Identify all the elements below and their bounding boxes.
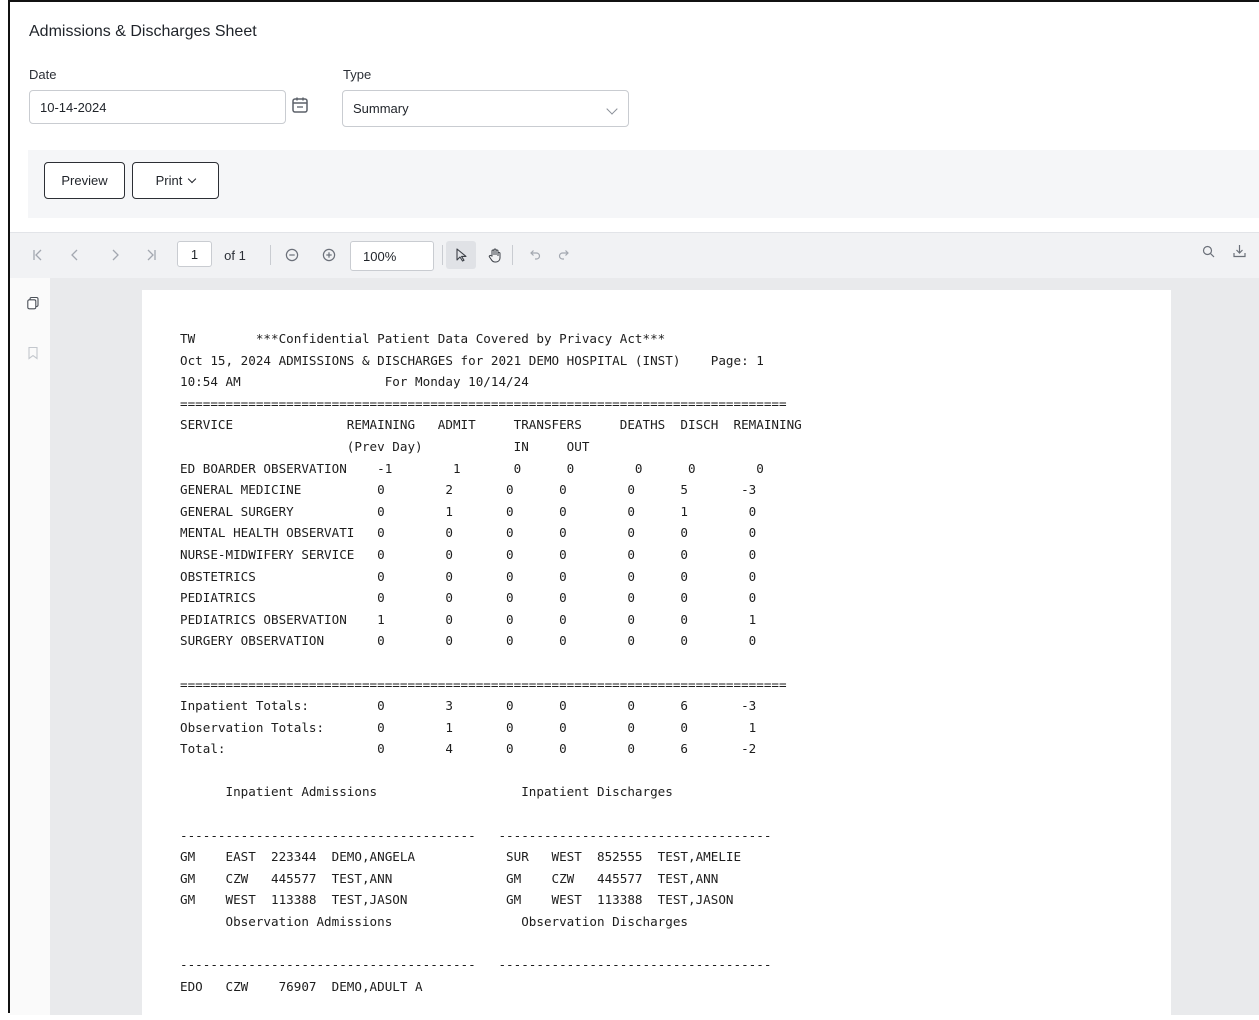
report-line xyxy=(180,760,802,782)
action-bar: Preview Print xyxy=(28,150,1259,218)
print-label: Print xyxy=(155,173,183,188)
document-viewer[interactable]: TW ***Confidential Patient Data Covered … xyxy=(50,278,1259,1020)
page-title: Admissions & Discharges Sheet xyxy=(29,23,257,40)
first-page-icon[interactable] xyxy=(30,243,46,267)
report-line: Oct 15, 2024 ADMISSIONS & DISCHARGES for… xyxy=(180,352,764,368)
type-label: Type xyxy=(343,67,372,82)
viewer-sidebar xyxy=(10,278,50,1015)
zoom-out-icon[interactable] xyxy=(283,243,301,267)
hand-icon[interactable] xyxy=(485,243,505,267)
report-line: OBSTETRICS 0 0 0 0 0 0 0 xyxy=(180,568,757,584)
undo-icon[interactable] xyxy=(525,243,543,267)
toolbar-divider xyxy=(512,245,513,265)
report-line: --------------------------------------- … xyxy=(180,957,772,973)
report-line: TW ***Confidential Patient Data Covered … xyxy=(180,331,666,346)
zoom-in-icon[interactable] xyxy=(320,243,338,267)
zoom-input[interactable]: 100% xyxy=(350,241,434,271)
report-line xyxy=(180,803,802,825)
preview-button[interactable]: Preview xyxy=(44,162,125,199)
report-line: ========================================… xyxy=(180,395,787,411)
page-number-input[interactable]: 1 xyxy=(177,241,212,267)
date-label: Date xyxy=(29,67,57,82)
report-line: ========================================… xyxy=(180,676,787,692)
redo-icon[interactable] xyxy=(555,243,573,267)
type-value: Summary xyxy=(353,101,409,116)
report-line: SERVICE REMAINING ADMIT TRANSFERS DEATHS… xyxy=(180,417,802,433)
print-button[interactable]: Print xyxy=(132,162,219,199)
report-line: Inpatient Admissions Inpatient Discharge… xyxy=(180,784,673,800)
download-icon[interactable] xyxy=(1230,239,1248,263)
bookmark-icon[interactable] xyxy=(27,346,39,365)
toolbar-divider xyxy=(442,245,443,265)
viewer-toolbar: 1 of 1 100% xyxy=(10,232,1259,279)
report-line: GM WEST 113388 TEST,JASON GM WEST 113388… xyxy=(180,892,734,908)
report-line: Inpatient Totals: 0 3 0 0 0 6 -3 xyxy=(180,698,757,714)
report-line: GENERAL SURGERY 0 1 0 0 0 1 0 xyxy=(180,503,757,519)
report-line: PEDIATRICS 0 0 0 0 0 0 0 xyxy=(180,590,757,606)
report-text: TW ***Confidential Patient Data Covered … xyxy=(180,328,802,997)
report-line: --------------------------------------- … xyxy=(180,827,772,843)
page-total: of 1 xyxy=(224,247,246,263)
report-line: Observation Totals: 0 1 0 0 0 0 1 xyxy=(180,719,757,735)
report-line: Observation Admissions Observation Disch… xyxy=(180,914,688,930)
report-line: Total: 0 4 0 0 0 6 -2 xyxy=(180,741,757,757)
preview-label: Preview xyxy=(61,173,108,188)
pointer-icon[interactable] xyxy=(446,241,476,269)
date-value: 10-14-2024 xyxy=(40,99,107,115)
report-line: GM CZW 445577 TEST,ANN GM CZW 445577 TES… xyxy=(180,870,719,886)
report-line: NURSE-MIDWIFERY SERVICE 0 0 0 0 0 0 0 xyxy=(180,546,757,562)
calendar-icon[interactable] xyxy=(290,95,310,115)
last-page-icon[interactable] xyxy=(143,243,159,267)
report-line xyxy=(180,652,802,674)
report-line xyxy=(180,933,802,955)
next-page-icon[interactable] xyxy=(107,243,123,267)
search-icon[interactable] xyxy=(1199,239,1217,263)
app-frame: Admissions & Discharges Sheet Date 10-14… xyxy=(8,0,1259,1020)
report-line: EDO CZW 76907 DEMO,ADULT A xyxy=(180,978,423,994)
report-page: TW ***Confidential Patient Data Covered … xyxy=(142,290,1171,1020)
prev-page-icon[interactable] xyxy=(67,243,83,267)
report-line: GENERAL MEDICINE 0 2 0 0 0 5 -3 xyxy=(180,482,757,498)
report-line: GM EAST 223344 DEMO,ANGELA SUR WEST 8525… xyxy=(180,849,742,865)
report-line: PEDIATRICS OBSERVATION 1 0 0 0 0 0 1 xyxy=(180,611,757,627)
chevron-down-icon xyxy=(188,174,197,183)
report-line: MENTAL HEALTH OBSERVATI 0 0 0 0 0 0 0 xyxy=(180,525,757,541)
toolbar-divider xyxy=(270,245,271,265)
thumbnails-icon[interactable] xyxy=(26,296,40,315)
date-input[interactable]: 10-14-2024 xyxy=(29,90,286,124)
report-line: 10:54 AM For Monday 10/14/24 xyxy=(180,374,529,390)
report-line: (Prev Day) IN OUT xyxy=(180,438,590,454)
chevron-down-icon xyxy=(606,103,618,115)
report-line: ED BOARDER OBSERVATION -1 1 0 0 0 0 0 xyxy=(180,460,764,476)
report-line: SURGERY OBSERVATION 0 0 0 0 0 0 0 xyxy=(180,633,757,649)
type-select[interactable]: Summary xyxy=(342,90,629,127)
